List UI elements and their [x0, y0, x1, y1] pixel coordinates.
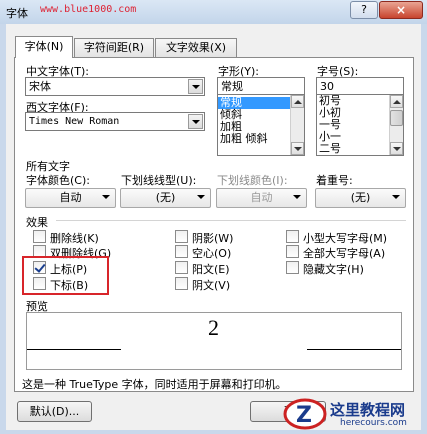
emboss-label: 阳文(E) — [192, 263, 230, 276]
strikethrough-label: 删除线(K) — [50, 232, 99, 245]
emboss-checkbox[interactable]: 阳文(E) — [175, 261, 245, 276]
tab-text-effects[interactable]: 文字效果(X) — [155, 38, 237, 57]
scrollbar-thumb[interactable] — [390, 110, 403, 126]
chevron-down-icon[interactable] — [188, 114, 203, 129]
tab-font[interactable]: 字体(N) — [15, 36, 73, 58]
hidden-text-label: 隐藏文字(H) — [303, 263, 364, 276]
engrave-checkbox[interactable]: 阴文(V) — [175, 277, 245, 292]
font-style-list[interactable]: 常规 倾斜 加粗 加粗 倾斜 — [217, 94, 305, 156]
underline-style-label: 下划线线型(U): — [121, 174, 197, 187]
site-logo-icon: Z — [283, 398, 327, 430]
annotation-highlight-box — [22, 256, 109, 295]
svg-text:Z: Z — [296, 403, 312, 428]
chevron-down-icon[interactable] — [389, 190, 404, 205]
site-logo-url: herecours.com — [340, 418, 407, 428]
small-caps-label: 小型大写字母(M) — [303, 232, 388, 245]
font-color-value: 自动 — [59, 191, 82, 204]
all-caps-label: 全部大写字母(A) — [303, 247, 386, 260]
default-button[interactable]: 默认(D)... — [17, 401, 92, 422]
scroll-up-icon[interactable] — [291, 95, 304, 108]
emphasis-mark-select[interactable]: (无) — [315, 188, 406, 208]
font-size-option[interactable]: 二号 — [317, 143, 389, 155]
preview-baseline-left — [27, 349, 121, 350]
window-title: 字体 — [6, 7, 28, 20]
small-caps-checkbox[interactable]: 小型大写字母(M) — [286, 230, 406, 245]
chinese-font-value: 宋体 — [29, 80, 51, 93]
preview-sample-text: 2 — [208, 315, 219, 340]
font-style-scrollbar[interactable] — [290, 95, 304, 155]
underline-color-select: 自动 — [216, 188, 307, 208]
effects-divider — [56, 220, 406, 221]
checkbox-box[interactable] — [286, 261, 299, 274]
checkbox-box[interactable] — [286, 230, 299, 243]
shadow-checkbox[interactable]: 阴影(W) — [175, 230, 245, 245]
watermark-text: www.blue1000.com — [40, 4, 137, 15]
tab-character-spacing[interactable]: 字符间距(R) — [74, 38, 154, 57]
scroll-down-icon[interactable] — [390, 142, 403, 155]
underline-style-select[interactable]: (无) — [120, 188, 211, 208]
chevron-down-icon[interactable] — [99, 190, 114, 205]
western-font-value: Times New Roman — [29, 116, 120, 127]
outline-checkbox[interactable]: 空心(O) — [175, 245, 245, 260]
truetype-note: 这是一种 TrueType 字体，同时适用于屏幕和打印机。 — [22, 378, 287, 391]
font-color-label: 字体颜色(C): — [26, 174, 90, 187]
checkbox-box[interactable] — [33, 230, 46, 243]
site-logo-name: 这里教程网 — [330, 401, 406, 419]
font-style-option[interactable]: 加粗 倾斜 — [218, 133, 290, 145]
underline-color-value: 自动 — [250, 191, 273, 204]
chinese-font-select[interactable]: 宋体 — [25, 77, 205, 96]
preview-box: 2 — [26, 312, 402, 370]
hidden-text-checkbox[interactable]: 隐藏文字(H) — [286, 261, 406, 276]
checkbox-box[interactable] — [175, 245, 188, 258]
checkbox-box[interactable] — [175, 277, 188, 290]
all-caps-checkbox[interactable]: 全部大写字母(A) — [286, 245, 406, 260]
font-color-select[interactable]: 自动 — [25, 188, 116, 208]
underline-color-label: 下划线颜色(I): — [217, 174, 288, 187]
chevron-down-icon — [290, 190, 305, 205]
checkbox-box[interactable] — [175, 261, 188, 274]
help-button[interactable]: ? — [350, 1, 378, 19]
scroll-up-icon[interactable] — [390, 95, 403, 108]
effects-section-label: 效果 — [26, 216, 48, 229]
outline-label: 空心(O) — [192, 247, 232, 260]
shadow-label: 阴影(W) — [192, 232, 234, 245]
scroll-down-icon[interactable] — [291, 142, 304, 155]
font-size-scrollbar[interactable] — [389, 95, 403, 155]
strikethrough-checkbox[interactable]: 删除线(K) — [33, 230, 113, 245]
checkbox-box[interactable] — [175, 230, 188, 243]
engrave-label: 阴文(V) — [192, 279, 231, 292]
close-button[interactable]: × — [379, 1, 423, 19]
preview-baseline-right — [307, 349, 401, 350]
chevron-down-icon[interactable] — [194, 190, 209, 205]
emphasis-mark-value: (无) — [350, 191, 371, 204]
checkbox-box[interactable] — [286, 245, 299, 258]
underline-style-value: (无) — [155, 191, 176, 204]
western-font-select[interactable]: Times New Roman — [25, 112, 205, 131]
font-size-list[interactable]: 初号 小初 一号 小一 二号 — [316, 94, 404, 156]
emphasis-mark-label: 着重号: — [316, 174, 353, 187]
chevron-down-icon[interactable] — [188, 79, 203, 94]
